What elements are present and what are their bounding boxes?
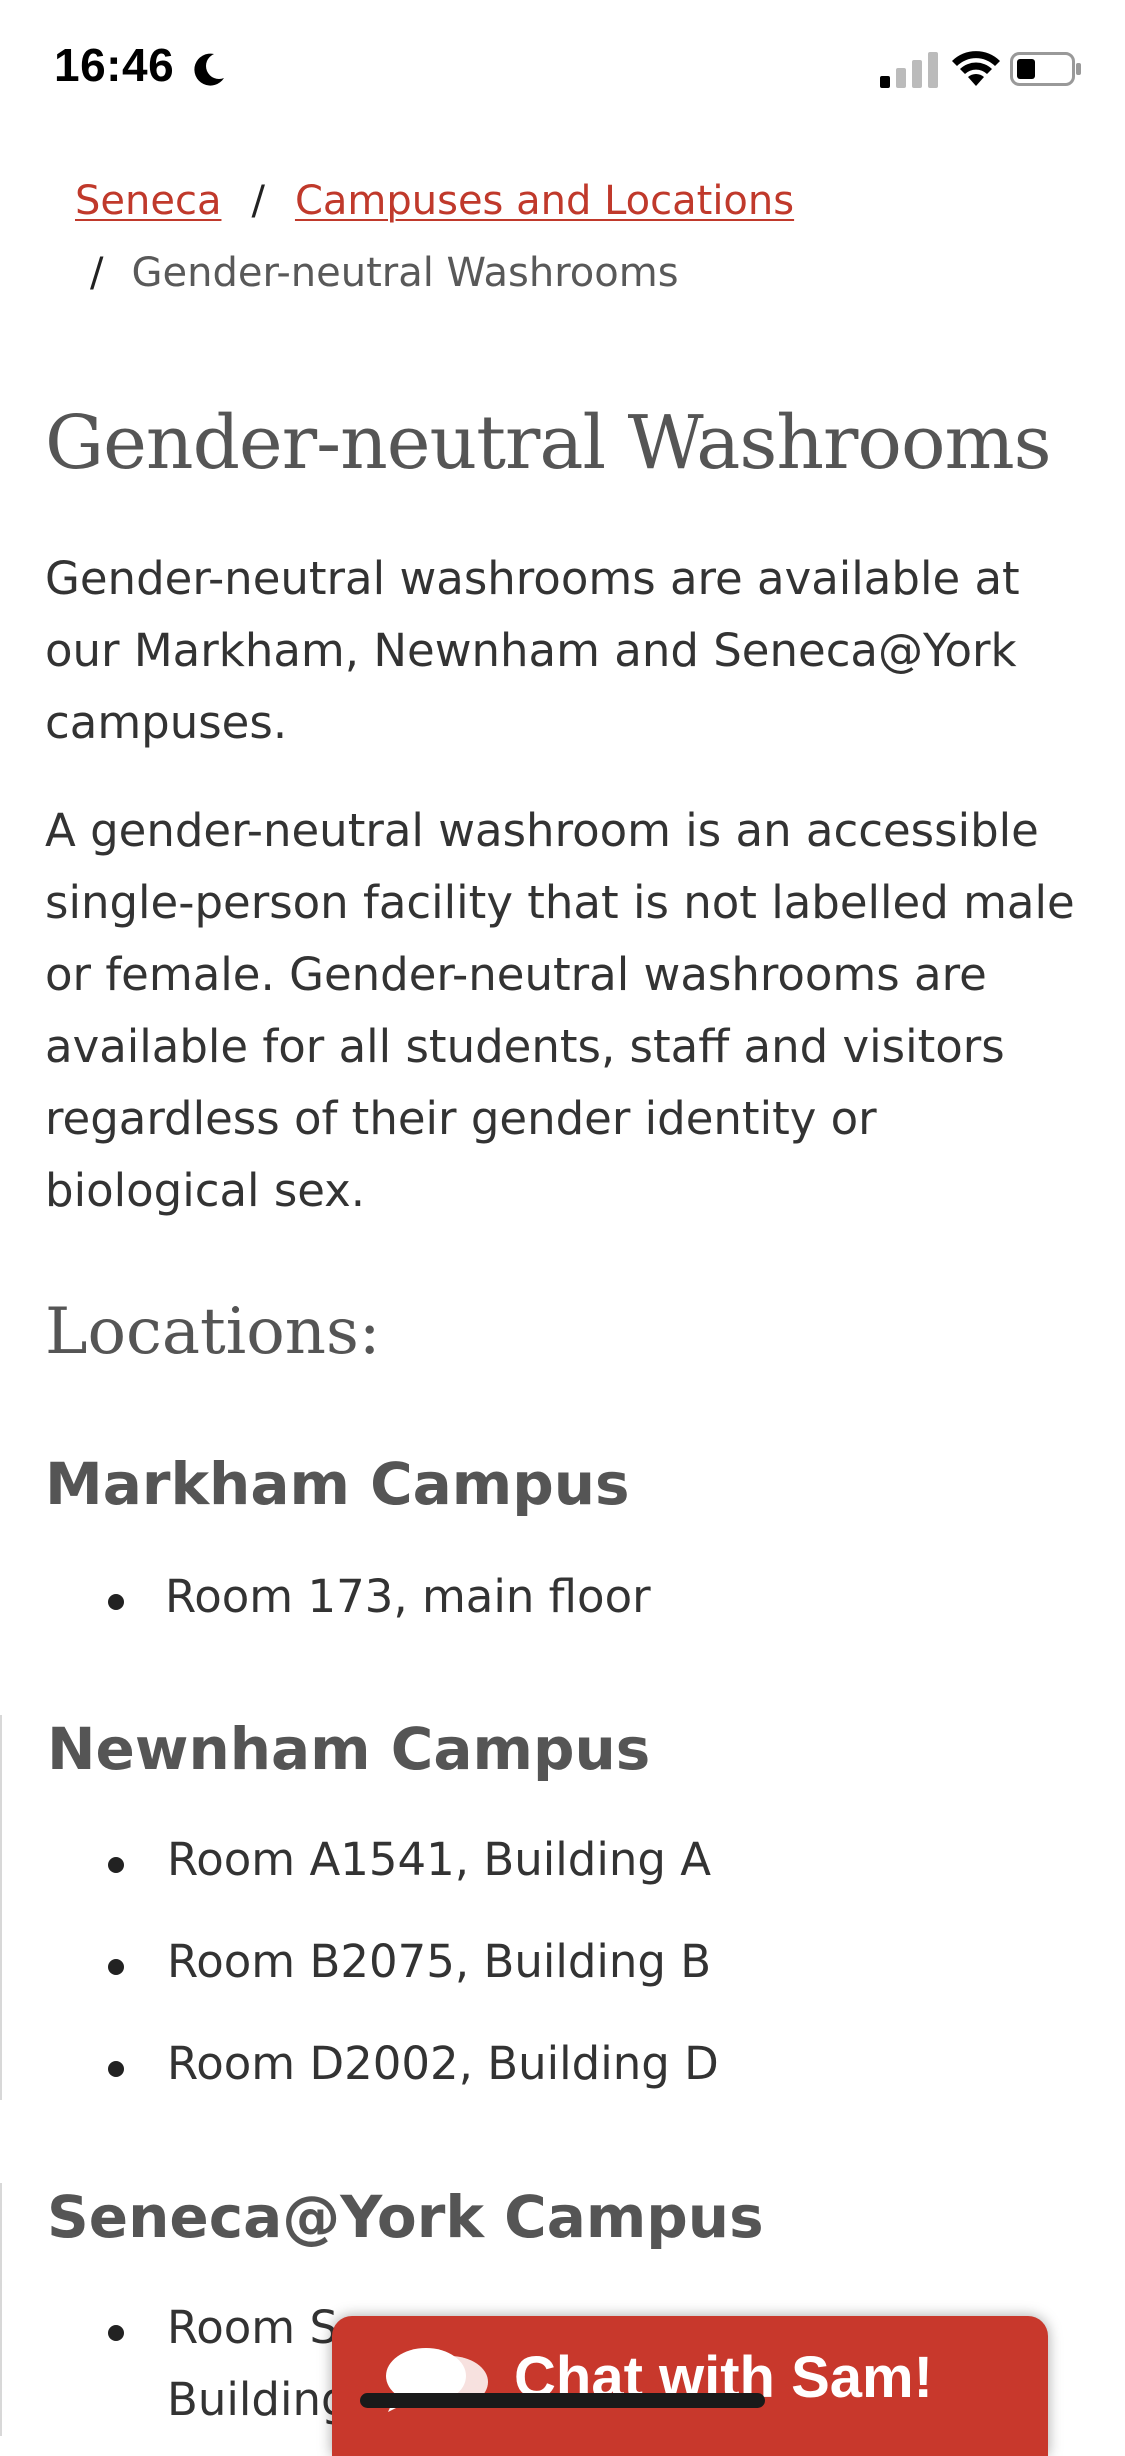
home-indicator[interactable] <box>360 2393 765 2408</box>
campus-title: Seneca@York Campus <box>47 2183 764 2251</box>
campus-section-newnham: Newnham Campus Room A1541, Building A Ro… <box>0 1715 1125 2100</box>
room-text: Room S <box>167 2301 339 2354</box>
room-text: Room D2002, Building D <box>167 2037 719 2090</box>
status-bar: 16:46 <box>0 0 1125 140</box>
battery-icon <box>1010 52 1081 86</box>
moon-icon <box>194 53 224 86</box>
room-text: Room B2075, Building B <box>167 1935 712 1988</box>
page-title: Gender-neutral Washrooms <box>45 400 1052 486</box>
room-text: Room 173, main floor <box>165 1570 651 1623</box>
campus-section-markham: Markham Campus Room 173, main floor <box>0 1450 1125 1650</box>
definition-paragraph: A gender-neutral washroom is an accessib… <box>45 804 1075 1217</box>
room-text: Room A1541, Building A <box>167 1833 711 1886</box>
breadcrumb: Seneca / Campuses and Locations / Gender-ne… <box>75 178 1095 296</box>
bullet <box>108 2325 124 2341</box>
breadcrumb-link-seneca[interactable]: Seneca <box>75 178 221 224</box>
bullet <box>108 1959 124 1975</box>
section-divider <box>0 2183 2 2436</box>
breadcrumb-separator: / <box>251 178 265 224</box>
breadcrumb-link-campuses[interactable]: Campuses and Locations <box>295 178 794 224</box>
breadcrumb-separator: / <box>90 250 104 296</box>
signal-icon <box>880 52 938 88</box>
bullet <box>108 2061 124 2077</box>
bullet <box>108 1857 124 1873</box>
room-text: Building <box>167 2373 350 2426</box>
intro-paragraph: Gender-neutral washrooms are available a… <box>45 552 1020 749</box>
status-time: 16:46 <box>54 39 175 91</box>
breadcrumb-row: / Gender-neutral Washrooms <box>90 250 679 296</box>
campus-title: Markham Campus <box>45 1450 630 1518</box>
breadcrumb-current: Gender-neutral Washrooms <box>131 250 679 296</box>
locations-heading: Locations: <box>45 1295 381 1369</box>
section-divider <box>0 1715 2 2100</box>
wifi-icon <box>952 51 1000 86</box>
chat-button[interactable]: Chat with Sam! <box>332 2316 1048 2456</box>
bullet <box>108 1594 124 1610</box>
campus-title: Newnham Campus <box>47 1715 651 1783</box>
